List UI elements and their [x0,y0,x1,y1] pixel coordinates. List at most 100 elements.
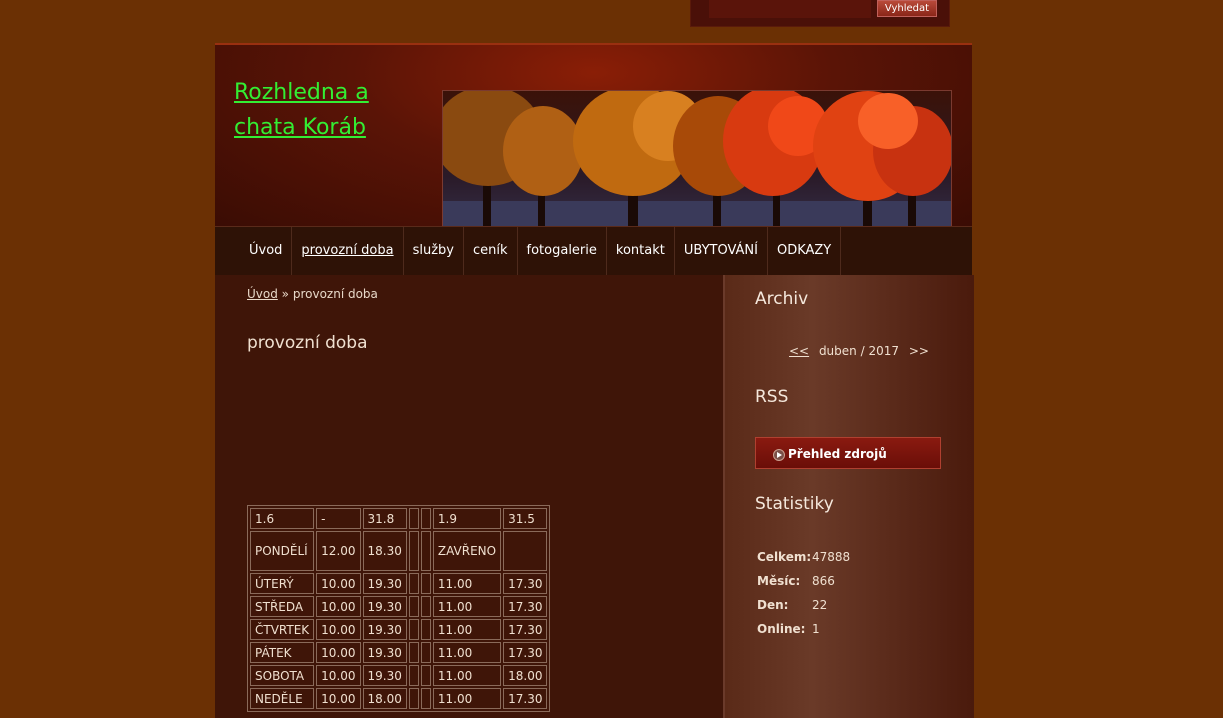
stat-label: Celkem: [757,550,812,564]
table-cell: 18.00 [503,665,548,686]
rss-sources-button[interactable]: Přehled zdrojů [755,437,941,469]
table-cell: 1.6 [250,508,315,529]
stats-heading: Statistiky [755,494,834,514]
autumn-trees-image [443,91,951,233]
breadcrumb: Úvod » provozní doba [247,287,378,301]
table-cell [408,508,419,529]
table-cell: 18.30 [362,531,407,571]
table-cell [408,531,419,571]
nav-list: Úvod provozní doba služby ceník fotogale… [240,227,972,275]
breadcrumb-separator: » [281,287,290,301]
table-cell: PÁTEK [250,642,315,663]
table-cell: 10.00 [316,665,361,686]
search-button[interactable]: Vyhledat [877,0,937,17]
table-cell: PONDĚLÍ [250,531,315,571]
breadcrumb-home-link[interactable]: Úvod [247,287,278,301]
archive-prev-link[interactable]: << [789,344,809,358]
stat-value: 47888 [812,550,851,564]
archive-next-link[interactable]: >> [909,344,929,358]
statistics: Celkem: 47888 Měsíc: 866 Den: 22 Online:… [757,550,850,646]
table-cell: SOBOTA [250,665,315,686]
stat-row-day: Den: 22 [757,598,850,622]
stat-label: Měsíc: [757,574,801,588]
archive-navigation: << duben / 2017 >> [789,344,929,358]
stat-row-month: Měsíc: 866 [757,574,850,598]
rss-heading: RSS [755,387,789,407]
table-cell: 11.00 [432,619,502,640]
table-cell: 19.30 [362,642,407,663]
opening-hours-table: 1.6-31.8 1.9 31.5 PONDĚLÍ 12.00 18.30 ZAVŘENO Ú… [247,505,551,712]
table-cell: 17.30 [503,573,548,594]
table-cell [420,508,431,529]
table-cell: 19.30 [362,596,407,617]
search-input[interactable] [709,0,871,18]
nav-item-ubytovani[interactable]: UBYTOVÁNÍ [675,227,768,275]
table-cell: 10.00 [316,642,361,663]
table-row: STŘEDA 10.00 19.30 11.00 17.30 [250,596,548,617]
table-cell [420,688,431,709]
nav-item-kontakt[interactable]: kontakt [607,227,675,275]
table-cell [408,619,419,640]
table-cell: NEDĚLE [250,688,315,709]
table-row: ÚTERÝ 10.00 19.30 11.00 17.30 [250,573,548,594]
table-row: PÁTEK 10.00 19.30 11.00 17.30 [250,642,548,663]
table-cell: 11.00 [432,596,502,617]
stat-value: 22 [812,598,828,612]
archive-heading: Archiv [755,289,809,309]
table-row: ČTVRTEK 10.00 19.30 11.00 17.30 [250,619,548,640]
table-cell: 17.30 [503,688,548,709]
nav-item-cenik[interactable]: ceník [464,227,518,275]
table-cell [408,665,419,686]
table-cell [503,531,548,571]
stat-label: Den: [757,598,789,612]
stat-value: 866 [812,574,835,588]
table-row: SOBOTA 10.00 19.30 11.00 18.00 [250,665,548,686]
table-cell: 17.30 [503,596,548,617]
page-title: provozní doba [247,333,368,353]
nav-item-provozni-doba[interactable]: provozní doba [292,227,404,275]
table-cell: ÚTERÝ [250,573,315,594]
stat-row-online: Online: 1 [757,622,850,646]
table-cell: 19.30 [362,665,407,686]
table-cell [408,596,419,617]
archive-month: duben / 2017 [818,344,899,358]
table-cell: 11.00 [432,688,502,709]
table-cell: 18.00 [362,688,407,709]
table-cell [420,573,431,594]
table-cell [408,688,419,709]
table-cell: 17.30 [503,642,548,663]
table-cell [408,642,419,663]
table-cell: 19.30 [362,573,407,594]
search-box: Vyhledat [690,0,950,27]
stat-row-total: Celkem: 47888 [757,550,850,574]
nav-item-sluzby[interactable]: služby [404,227,464,275]
table-cell [420,665,431,686]
table-cell: 10.00 [316,596,361,617]
table-row: NEDĚLE 10.00 18.00 11.00 17.30 [250,688,548,709]
nav-item-fotogalerie[interactable]: fotogalerie [518,227,607,275]
table-cell: - [316,508,361,529]
site-title-link[interactable]: Rozhledna a chata Koráb [234,75,434,145]
nav-item-odkazy[interactable]: ODKAZY [768,227,842,275]
table-cell: 31.5 [503,508,548,529]
table-cell [420,619,431,640]
table-cell: 11.00 [432,573,502,594]
sidebar: Archiv << duben / 2017 >> RSS Přehled zd… [723,275,974,718]
table-cell: 10.00 [316,619,361,640]
stat-value: 1 [812,622,820,636]
page-container: Rozhledna a chata Koráb Úvod provozní do… [215,43,974,718]
table-cell: ZAVŘENO [432,531,502,571]
header: Rozhledna a chata Koráb [215,43,972,234]
main-content: Úvod » provozní doba provozní doba 1.6-3… [215,275,725,718]
breadcrumb-current: provozní doba [292,287,378,301]
table-cell: 17.30 [503,619,548,640]
nav-item-uvod[interactable]: Úvod [240,227,293,275]
hours-table-body: 1.6-31.8 1.9 31.5 PONDĚLÍ 12.00 18.30 ZAVŘENO Ú… [250,508,548,709]
table-cell: 31.8 [362,508,407,529]
table-cell: 11.00 [432,642,502,663]
table-cell: 11.00 [432,665,502,686]
table-cell [420,642,431,663]
table-cell: 1.9 [432,508,502,529]
play-icon [773,449,785,461]
table-row: PONDĚLÍ 12.00 18.30 ZAVŘENO [250,531,548,571]
